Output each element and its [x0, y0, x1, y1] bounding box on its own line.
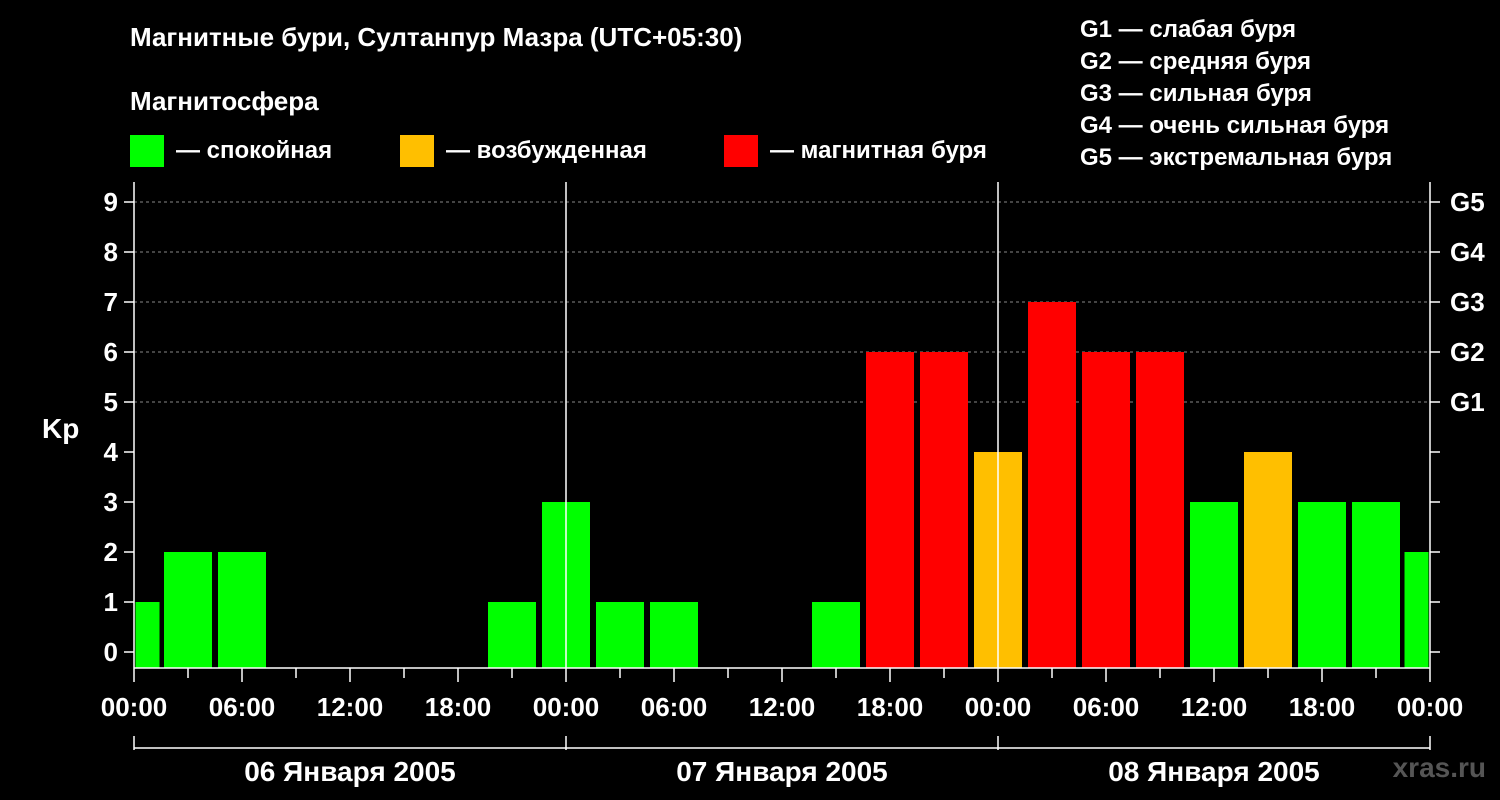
kp-bar: [1028, 302, 1076, 668]
kp-chart: 0 1 2 3 4 5 6 7 8 9 G1 G2 G3 G4 G5 Kp 00:00 06:00 12:00 18:…: [42, 182, 1485, 787]
y-tick-label: 6: [104, 337, 118, 367]
g-level-label: G4: [1450, 237, 1485, 267]
y-tick-label: 2: [104, 537, 118, 567]
x-tick-label: 06:00: [209, 692, 276, 722]
x-tick-label: 06:00: [1073, 692, 1140, 722]
x-tick-label: 18:00: [857, 692, 924, 722]
kp-bar: [1136, 352, 1184, 668]
kp-bar: [1082, 352, 1130, 668]
y-tick-label: 3: [104, 487, 118, 517]
g-level-label: G1: [1450, 387, 1485, 417]
x-tick-label: 18:00: [425, 692, 492, 722]
kp-bar: [920, 352, 968, 668]
kp-bar: [650, 602, 698, 668]
kp-bar: [218, 552, 266, 668]
x-tick-label: 00:00: [533, 692, 600, 722]
kp-bar: [488, 602, 536, 668]
x-tick-label: 00:00: [965, 692, 1032, 722]
kp-bar: [866, 352, 914, 668]
day-label: 08 Января 2005: [1108, 756, 1320, 787]
y-tick-label: 9: [104, 187, 118, 217]
g-level-label: G5: [1450, 187, 1485, 217]
y-tick-label: 0: [104, 637, 118, 667]
x-tick-label: 18:00: [1289, 692, 1356, 722]
x-tick-label: 00:00: [1397, 692, 1464, 722]
y-tick-label: 4: [104, 437, 119, 467]
y-tick-label: 5: [104, 387, 118, 417]
day-label: 06 Января 2005: [244, 756, 456, 787]
day-label: 07 Января 2005: [676, 756, 888, 787]
kp-bar: [1244, 452, 1292, 668]
x-tick-label: 12:00: [1181, 692, 1248, 722]
kp-bar: [135, 602, 160, 668]
g-level-label: G3: [1450, 287, 1485, 317]
y-axis-label: Kp: [42, 413, 79, 444]
kp-bar: [812, 602, 860, 668]
y-tick-label: 8: [104, 237, 118, 267]
y-tick-label: 7: [104, 287, 118, 317]
g-level-label: G2: [1450, 337, 1485, 367]
kp-bar: [164, 552, 212, 668]
kp-bar: [1190, 502, 1238, 668]
kp-bar: [596, 602, 644, 668]
x-tick-label: 12:00: [749, 692, 816, 722]
watermark: xras.ru: [1392, 752, 1486, 783]
x-tick-label: 06:00: [641, 692, 708, 722]
kp-bar: [1352, 502, 1400, 668]
x-tick-label: 00:00: [101, 692, 168, 722]
kp-bar: [1298, 502, 1346, 668]
x-tick-label: 12:00: [317, 692, 384, 722]
y-tick-label: 1: [104, 587, 118, 617]
kp-bar: [1404, 552, 1429, 668]
